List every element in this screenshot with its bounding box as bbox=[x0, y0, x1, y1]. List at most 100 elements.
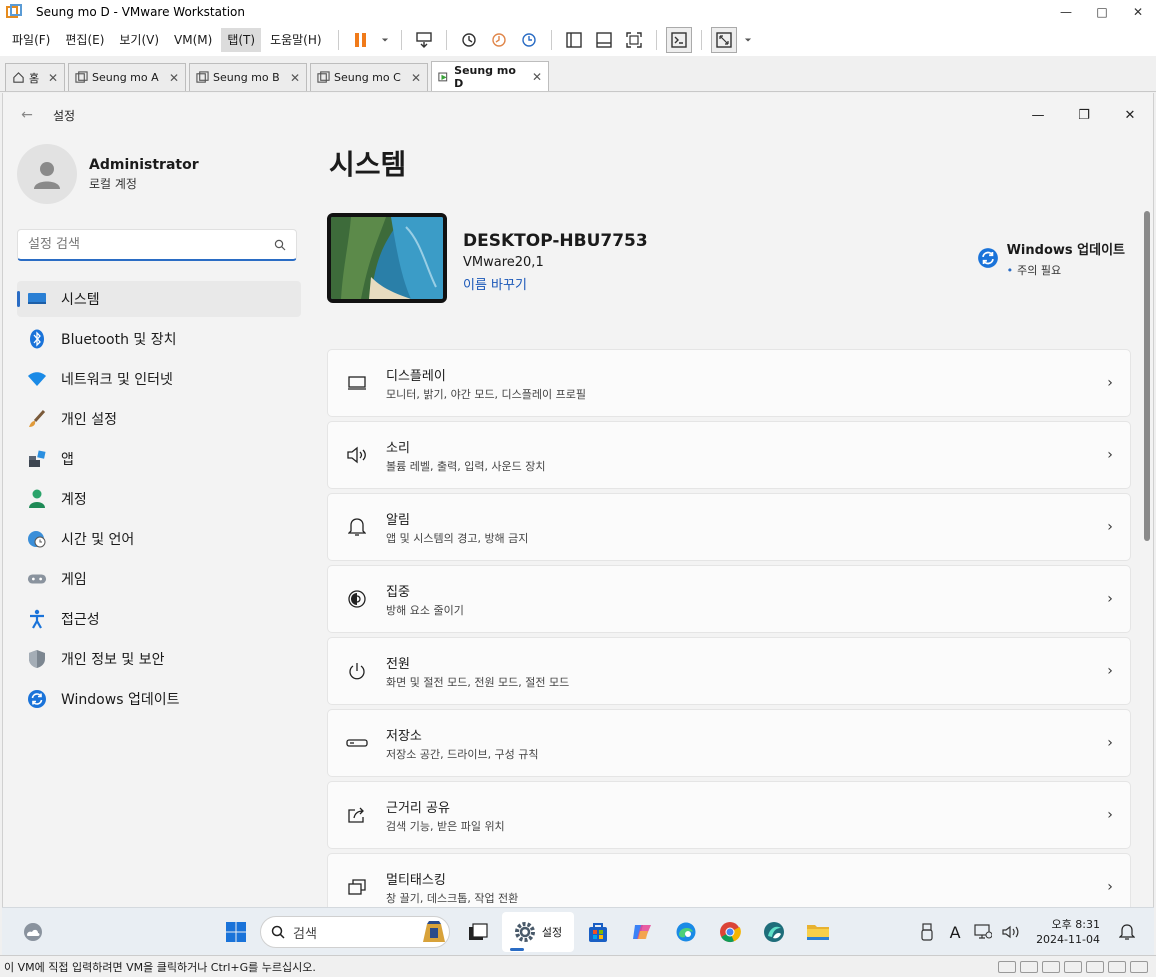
card-subtitle: 앱 및 시스템의 경고, 방해 금지 bbox=[386, 531, 529, 545]
card-power[interactable]: 전원 화면 및 절전 모드, 전원 모드, 절전 모드 › bbox=[327, 637, 1131, 705]
tab-home[interactable]: 홈 ✕ bbox=[5, 63, 65, 91]
sidebar-item-label: 시스템 bbox=[61, 292, 100, 308]
content-scrollbar[interactable] bbox=[1144, 201, 1150, 903]
taskbar-edge-app[interactable] bbox=[666, 912, 706, 952]
sidebar-item-label: 개인 정보 및 보안 bbox=[61, 652, 165, 668]
card-nearby-sharing[interactable]: 근거리 공유 검색 기능, 받은 파일 위치 › bbox=[327, 781, 1131, 849]
vmware-window: Seung mo D - VMware Workstation — □ ✕ 파일… bbox=[0, 0, 1156, 977]
revert-snapshot-button[interactable] bbox=[486, 27, 512, 53]
card-sound[interactable]: 소리 볼륨 레벨, 출력, 입력, 사운드 장치 › bbox=[327, 421, 1131, 489]
volume-icon[interactable] bbox=[1000, 925, 1022, 939]
back-arrow-icon[interactable]: ← bbox=[7, 107, 47, 123]
close-icon[interactable]: ✕ bbox=[282, 71, 300, 85]
settings-search-box[interactable] bbox=[17, 229, 297, 261]
snapshot-icon bbox=[461, 33, 476, 47]
power-dropdown-button[interactable] bbox=[378, 27, 392, 53]
send-ctrl-alt-del-button[interactable] bbox=[411, 27, 437, 53]
bottom-bar-layout-icon bbox=[595, 32, 612, 48]
pause-button[interactable] bbox=[348, 27, 374, 53]
account-type: 로컬 계정 bbox=[89, 176, 137, 191]
display-icon[interactable] bbox=[1108, 960, 1126, 973]
close-button[interactable]: ✕ bbox=[1120, 5, 1156, 19]
hard-disk-icon[interactable] bbox=[998, 960, 1016, 973]
windows-update-widget[interactable]: Windows 업데이트 • 주의 필요 bbox=[977, 239, 1125, 278]
sidebar-item-apps[interactable]: 앱 bbox=[17, 441, 301, 477]
full-screen-button[interactable] bbox=[621, 27, 647, 53]
minimize-button[interactable]: — bbox=[1048, 5, 1084, 19]
card-focus[interactable]: 집중 방해 요소 줄이기 › bbox=[327, 565, 1131, 633]
task-view-button[interactable] bbox=[458, 912, 498, 952]
sidebar-item-network[interactable]: 네트워크 및 인터넷 bbox=[17, 361, 301, 397]
minimize-button[interactable]: — bbox=[1015, 108, 1061, 123]
maximize-button[interactable]: □ bbox=[1084, 5, 1120, 19]
status-dot-icon: • bbox=[1006, 264, 1014, 277]
display-icon bbox=[346, 372, 368, 394]
menu-help[interactable]: 도움말(H) bbox=[264, 28, 328, 52]
taskbar-store-app[interactable] bbox=[578, 912, 618, 952]
close-icon[interactable]: ✕ bbox=[403, 71, 421, 85]
menu-vm[interactable]: VM(M) bbox=[168, 28, 218, 52]
sidebar-item-accessibility[interactable]: 접근성 bbox=[17, 601, 301, 637]
network-adapter-icon[interactable] bbox=[1042, 960, 1060, 973]
usb-device-icon[interactable] bbox=[916, 923, 938, 941]
sidebar-item-gaming[interactable]: 게임 bbox=[17, 561, 301, 597]
close-icon[interactable]: ✕ bbox=[161, 71, 179, 85]
cd-drive-icon[interactable] bbox=[1020, 960, 1038, 973]
sidebar-item-bluetooth[interactable]: Bluetooth 및 장치 bbox=[17, 321, 301, 357]
sidebar-item-system[interactable]: 시스템 bbox=[17, 281, 301, 317]
menu-view[interactable]: 보기(V) bbox=[113, 28, 165, 52]
chevron-right-icon: › bbox=[1107, 519, 1113, 535]
taskbar-search[interactable]: 검색 bbox=[260, 916, 450, 948]
taskbar-copilot-app[interactable] bbox=[622, 912, 662, 952]
tab-seung-mo-b[interactable]: Seung mo B ✕ bbox=[189, 63, 307, 91]
taskbar-settings-app[interactable]: 설정 bbox=[502, 912, 574, 952]
scrollbar-thumb[interactable] bbox=[1144, 211, 1150, 541]
rename-link[interactable]: 이름 바꾸기 bbox=[463, 274, 527, 293]
stretch-dropdown-button[interactable] bbox=[741, 27, 755, 53]
sidebar-item-windows-update[interactable]: Windows 업데이트 bbox=[17, 681, 301, 717]
show-library-button[interactable] bbox=[561, 27, 587, 53]
thumbnail-bar-button[interactable] bbox=[591, 27, 617, 53]
sidebar-item-time-language[interactable]: 시간 및 언어 bbox=[17, 521, 301, 557]
stretch-icon bbox=[715, 32, 732, 48]
chevron-right-icon: › bbox=[1107, 735, 1113, 751]
tab-seung-mo-d[interactable]: Seung mo D ✕ bbox=[431, 61, 549, 91]
weather-icon[interactable] bbox=[22, 921, 44, 943]
usb-icon[interactable] bbox=[1064, 960, 1082, 973]
chrome-icon bbox=[720, 922, 741, 943]
close-icon[interactable]: ✕ bbox=[524, 70, 542, 84]
console-view-button[interactable] bbox=[665, 27, 692, 53]
menu-tabs[interactable]: 탭(T) bbox=[221, 28, 262, 52]
settings-search-input[interactable] bbox=[28, 237, 274, 252]
taskbar-chrome-app[interactable] bbox=[710, 912, 750, 952]
sound-card-icon[interactable] bbox=[1086, 960, 1104, 973]
card-storage[interactable]: 저장소 저장소 공간, 드라이브, 구성 규칙 › bbox=[327, 709, 1131, 777]
tab-seung-mo-a[interactable]: Seung mo A ✕ bbox=[68, 63, 186, 91]
sidebar-item-label: Bluetooth 및 장치 bbox=[61, 332, 177, 348]
sidebar-item-accounts[interactable]: 계정 bbox=[17, 481, 301, 517]
stretch-guest-button[interactable] bbox=[710, 27, 737, 53]
network-icon[interactable] bbox=[972, 924, 994, 940]
snapshot-manager-button[interactable] bbox=[516, 27, 542, 53]
card-title: 알림 bbox=[386, 512, 410, 528]
sidebar-item-personalization[interactable]: 개인 설정 bbox=[17, 401, 301, 437]
taskbar-file-explorer-app[interactable] bbox=[798, 912, 838, 952]
taskbar-clock[interactable]: 오후 8:31 2024-11-04 bbox=[1036, 917, 1100, 947]
taskbar-vscode-app[interactable] bbox=[754, 912, 794, 952]
toolbar-separator bbox=[700, 30, 702, 50]
sidebar-item-privacy-security[interactable]: 개인 정보 및 보안 bbox=[17, 641, 301, 677]
ime-mode-icon[interactable]: A bbox=[944, 923, 966, 942]
close-icon[interactable]: ✕ bbox=[40, 71, 58, 85]
message-log-icon[interactable] bbox=[1130, 960, 1148, 973]
start-button[interactable] bbox=[216, 912, 256, 952]
card-notifications[interactable]: 알림앱 및 시스템의 경고, 방해 금지 › bbox=[327, 493, 1131, 561]
user-profile[interactable]: Administrator 로컬 계정 bbox=[17, 143, 301, 205]
tab-seung-mo-c[interactable]: Seung mo C ✕ bbox=[310, 63, 428, 91]
card-display[interactable]: 디스플레이 모니터, 밝기, 야간 모드, 디스플레이 프로필 › bbox=[327, 349, 1131, 417]
menu-edit[interactable]: 편집(E) bbox=[59, 28, 110, 52]
notification-bell-icon[interactable] bbox=[1116, 923, 1138, 941]
menu-file[interactable]: 파일(F) bbox=[6, 28, 56, 52]
restore-button[interactable]: ❐ bbox=[1061, 108, 1107, 123]
close-button[interactable]: ✕ bbox=[1107, 108, 1153, 123]
snapshot-button[interactable] bbox=[456, 27, 482, 53]
